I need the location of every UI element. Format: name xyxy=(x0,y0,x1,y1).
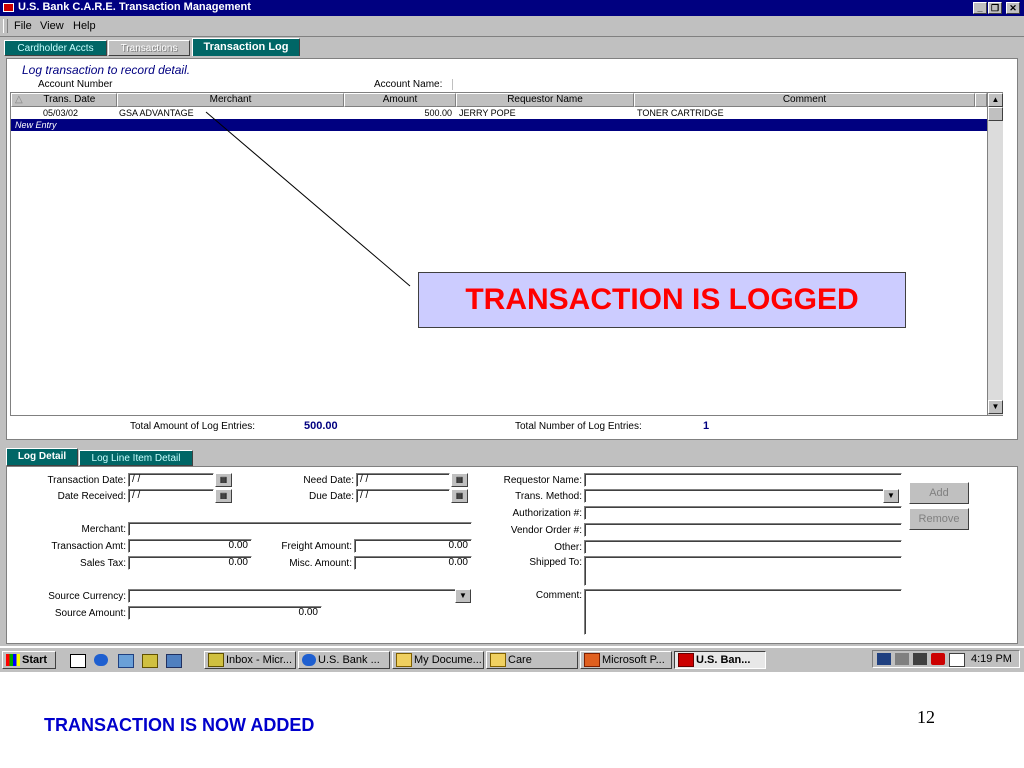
merchant-label: Merchant: xyxy=(81,524,126,535)
task-microsoft-powerpoint[interactable]: Microsoft P... xyxy=(580,651,672,669)
total-amount-value: 500.00 xyxy=(304,420,338,432)
app-icon xyxy=(678,653,694,668)
misc-amount-label: Misc. Amount: xyxy=(289,558,352,569)
source-amount-field[interactable]: 0.00 xyxy=(128,606,322,620)
requestor-name-label: Requestor Name: xyxy=(503,475,582,486)
folder-icon xyxy=(396,653,412,668)
clock: 4:19 PM xyxy=(971,653,1012,665)
authorization-field[interactable] xyxy=(584,506,902,520)
vendor-order-label: Vendor Order #: xyxy=(510,525,582,536)
transaction-date-field[interactable]: / / xyxy=(128,473,214,487)
vendor-order-field[interactable] xyxy=(584,523,902,537)
scheduler-icon[interactable] xyxy=(142,654,158,668)
other-label: Other: xyxy=(554,542,582,553)
need-date-label: Need Date: xyxy=(303,475,354,486)
quick-launch xyxy=(66,651,186,669)
desktop-icon[interactable] xyxy=(70,654,86,668)
antivirus-icon[interactable] xyxy=(931,653,945,665)
freight-amount-field[interactable]: 0.00 xyxy=(354,539,472,553)
start-button[interactable]: Start xyxy=(2,651,56,669)
requestor-name-field[interactable] xyxy=(584,473,902,487)
total-count-value: 1 xyxy=(703,420,710,432)
powerpoint-icon xyxy=(584,653,600,668)
need-date-field[interactable]: / / xyxy=(356,473,450,487)
date-received-label: Date Received: xyxy=(57,491,126,502)
transaction-date-label: Transaction Date: xyxy=(47,475,126,486)
internet-explorer-icon xyxy=(302,654,316,667)
task-us-bank-app[interactable]: U.S. Ban... xyxy=(674,651,766,669)
remove-button[interactable]: Remove xyxy=(909,508,969,530)
network-status-icon[interactable] xyxy=(877,653,891,665)
trans-method-select[interactable] xyxy=(584,489,884,503)
calendar-icon[interactable]: ▦ xyxy=(451,473,468,487)
calendar-icon[interactable]: ▦ xyxy=(215,473,232,487)
windows-logo-icon xyxy=(6,654,20,667)
callout-box: TRANSACTION IS LOGGED xyxy=(418,272,906,328)
calendar-icon[interactable]: ▦ xyxy=(451,489,468,503)
transaction-amt-label: Transaction Amt: xyxy=(51,541,126,552)
tab-log-detail[interactable]: Log Detail xyxy=(6,448,78,466)
slide-page-number: 12 xyxy=(917,707,935,727)
mail-icon[interactable] xyxy=(949,653,965,667)
source-currency-select[interactable] xyxy=(128,589,456,603)
shipped-to-label: Shipped To: xyxy=(529,557,582,568)
chevron-down-icon[interactable]: ▼ xyxy=(883,489,899,503)
due-date-label: Due Date: xyxy=(308,491,354,502)
task-us-bank-ie[interactable]: U.S. Bank ... xyxy=(298,651,390,669)
trans-method-label: Trans. Method: xyxy=(515,491,582,502)
task-care-folder[interactable]: Care xyxy=(486,651,578,669)
task-my-documents[interactable]: My Docume... xyxy=(392,651,484,669)
inbox-icon xyxy=(208,653,224,668)
printer-icon[interactable] xyxy=(895,653,909,665)
add-button[interactable]: Add xyxy=(909,482,969,504)
tab-log-line-item-detail[interactable]: Log Line Item Detail xyxy=(79,450,193,466)
freight-amount-label: Freight Amount: xyxy=(281,541,352,552)
other-field[interactable] xyxy=(584,540,902,554)
comment-label: Comment: xyxy=(535,590,582,601)
date-received-field[interactable]: / / xyxy=(128,489,214,503)
speaker-icon[interactable] xyxy=(913,653,927,665)
calendar-icon[interactable]: ▦ xyxy=(215,489,232,503)
authorization-label: Authorization #: xyxy=(512,508,583,519)
total-count-label: Total Number of Log Entries: xyxy=(515,421,642,432)
chevron-down-icon[interactable]: ▼ xyxy=(455,589,471,603)
slide-caption: TRANSACTION IS NOW ADDED xyxy=(44,715,315,735)
folder-icon xyxy=(490,653,506,668)
system-tray: 4:19 PM xyxy=(872,650,1020,668)
transaction-amt-field[interactable]: 0.00 xyxy=(128,539,252,553)
source-amount-label: Source Amount: xyxy=(54,608,126,619)
merchant-field[interactable] xyxy=(128,522,472,536)
sales-tax-field[interactable]: 0.00 xyxy=(128,556,252,570)
task-inbox[interactable]: Inbox - Micr... xyxy=(204,651,296,669)
taskbar: Start Inbox - Micr... U.S. Bank ... My D… xyxy=(0,647,1024,672)
shipped-to-field[interactable] xyxy=(584,556,902,586)
source-currency-label: Source Currency: xyxy=(48,591,126,602)
due-date-field[interactable]: / / xyxy=(356,489,450,503)
network-icon[interactable] xyxy=(166,654,182,668)
comment-field[interactable] xyxy=(584,589,902,635)
misc-amount-field[interactable]: 0.00 xyxy=(354,556,472,570)
total-amount-label: Total Amount of Log Entries: xyxy=(130,421,256,432)
outlook-icon[interactable] xyxy=(118,654,134,668)
sales-tax-label: Sales Tax: xyxy=(80,558,126,569)
internet-explorer-icon[interactable] xyxy=(94,654,108,666)
